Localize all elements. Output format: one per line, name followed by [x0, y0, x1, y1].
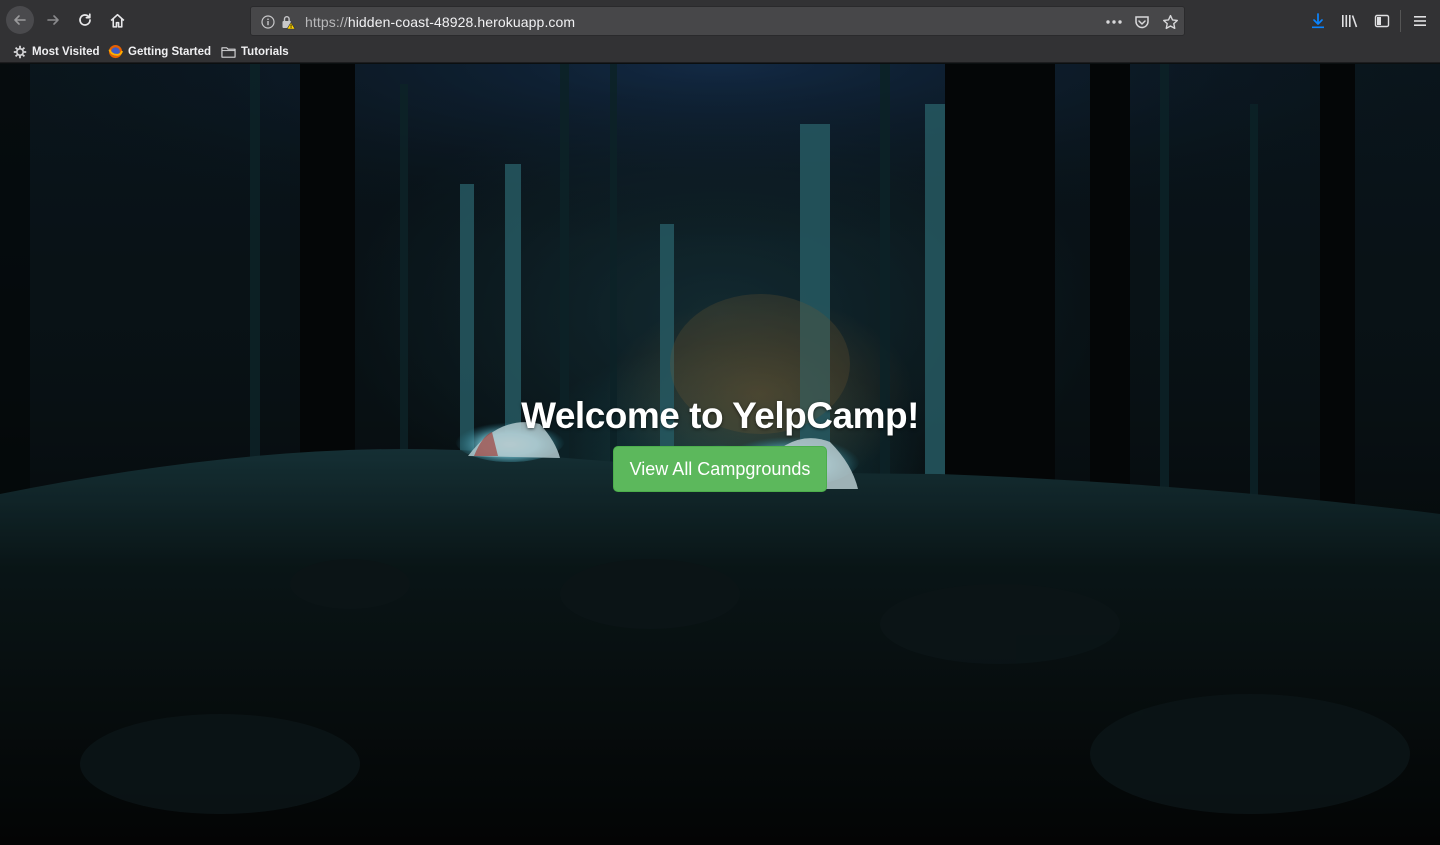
bookmark-label: Tutorials	[241, 45, 289, 58]
bookmark-label: Most Visited	[32, 45, 100, 58]
reload-icon	[79, 13, 91, 26]
reload-button[interactable]	[71, 6, 99, 34]
home-button[interactable]	[103, 6, 131, 34]
toolbar-divider	[1400, 10, 1401, 32]
view-all-campgrounds-button[interactable]: View All Campgrounds	[612, 446, 828, 492]
url-host: hidden-coast-48928.herokuapp.com	[347, 14, 576, 30]
more-actions-icon[interactable]	[1105, 13, 1123, 31]
url-scheme: https://	[305, 14, 348, 30]
downloads-icon[interactable]	[1308, 11, 1328, 31]
arrow-right-icon	[47, 15, 59, 25]
info-icon[interactable]	[259, 13, 277, 31]
bookmark-tutorials[interactable]: Tutorials	[221, 43, 289, 60]
page-title: Welcome to YelpCamp!	[521, 395, 919, 436]
url-text: https://hidden-coast-48928.herokuapp.com	[305, 14, 575, 30]
forward-button[interactable]	[39, 6, 67, 34]
back-button[interactable]	[6, 6, 34, 34]
sidebar-icon[interactable]	[1372, 11, 1392, 31]
library-icon[interactable]	[1340, 11, 1360, 31]
bookmark-label: Getting Started	[128, 45, 212, 58]
bookmarks-toolbar: Most Visited Getting Started Tutorials	[0, 40, 1440, 63]
firefox-icon	[108, 44, 123, 59]
menu-icon[interactable]	[1410, 11, 1430, 31]
home-icon	[110, 13, 124, 28]
insecure-lock-icon[interactable]	[279, 13, 297, 31]
star-bookmark-icon[interactable]	[1161, 13, 1179, 31]
page-viewport: Welcome to YelpCamp! View All Campground…	[0, 64, 1440, 845]
hero-section: Welcome to YelpCamp! View All Campground…	[0, 394, 1440, 492]
folder-icon	[221, 44, 236, 59]
gear-icon	[12, 44, 27, 59]
arrow-left-icon	[14, 15, 26, 25]
bookmark-most-visited[interactable]: Most Visited	[12, 43, 100, 60]
bookmark-getting-started[interactable]: Getting Started	[108, 43, 211, 60]
browser-toolbar: https://hidden-coast-48928.herokuapp.com	[0, 0, 1440, 40]
address-bar[interactable]: https://hidden-coast-48928.herokuapp.com	[250, 6, 1185, 36]
pocket-icon[interactable]	[1133, 13, 1151, 31]
